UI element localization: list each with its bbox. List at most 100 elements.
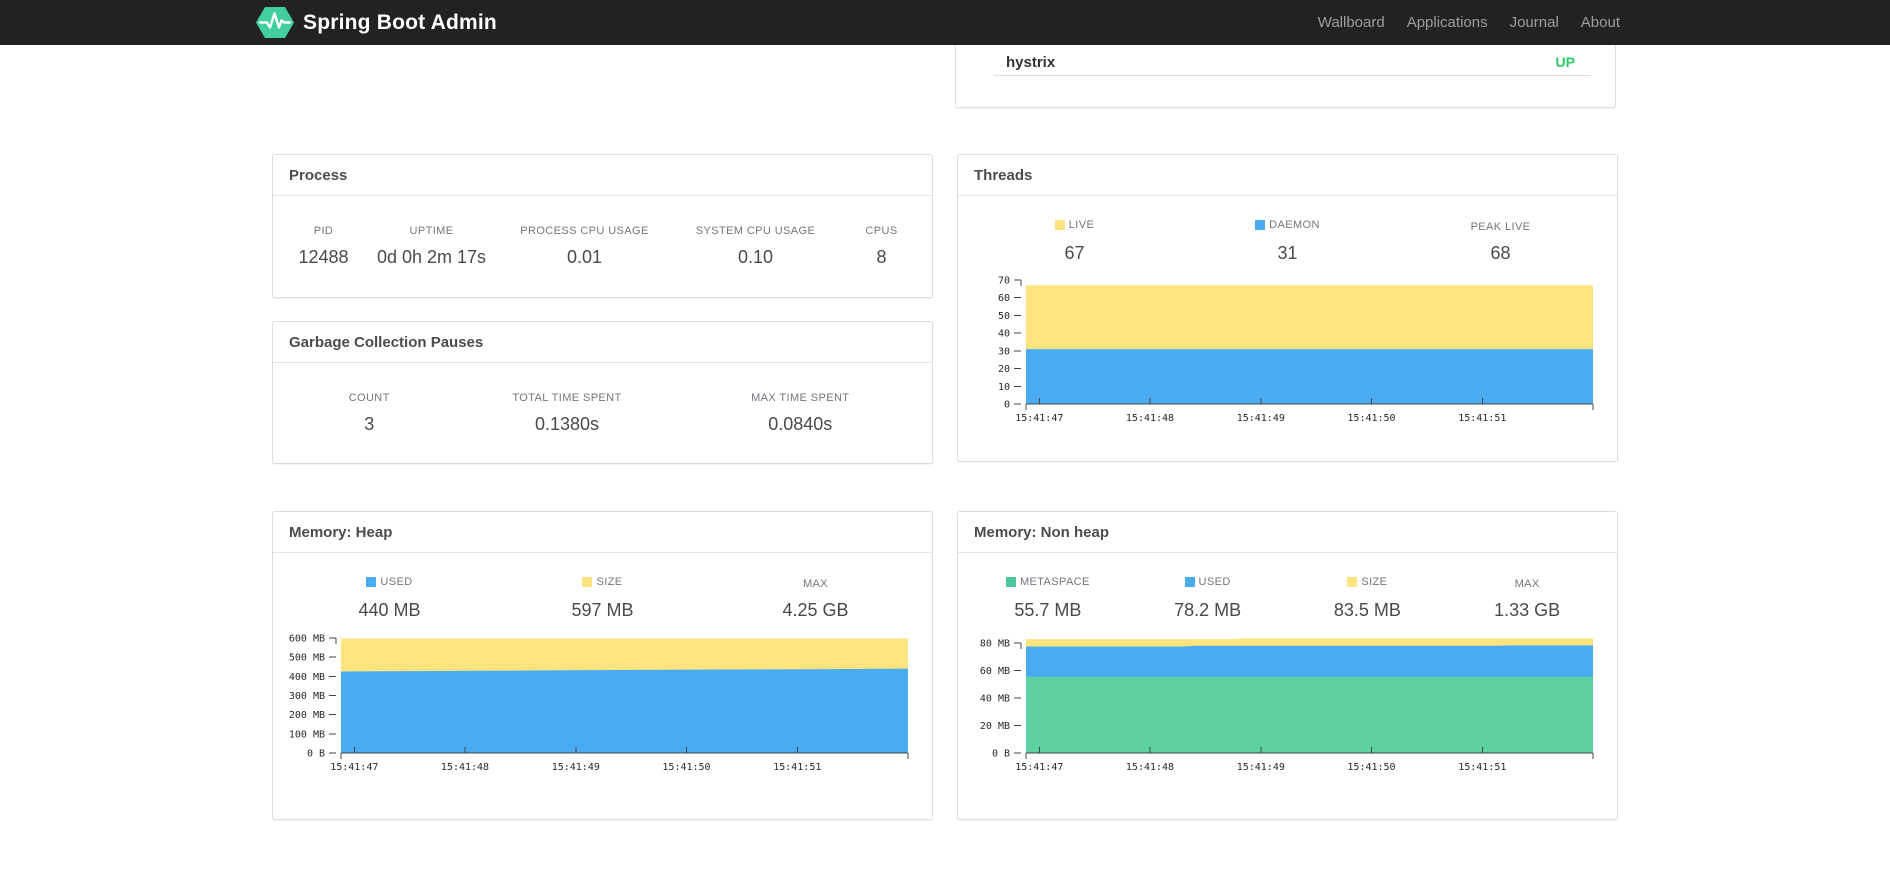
stat-label: DAEMON (1269, 219, 1320, 231)
stat-value: 83.5 MB (1333, 600, 1401, 620)
stat-label-row: MAX (803, 578, 828, 590)
service-status-badge: UP (1555, 54, 1575, 70)
stat-used: USED 78.2 MB (1128, 574, 1288, 621)
stat-label: SIZE (1361, 576, 1388, 588)
process-stats: PID 12488 UPTIME 0d 0h 2m 17s PROCESS CPU US… (273, 196, 932, 268)
stat-value: 55.7 MB (1014, 600, 1082, 620)
legend-swatch-metaspace (1005, 577, 1016, 587)
svg-text:70: 70 (998, 276, 1010, 287)
svg-text:15:41:50: 15:41:50 (1347, 413, 1395, 424)
nav-link-about[interactable]: About (1570, 14, 1631, 31)
legend-swatch-size (582, 577, 593, 587)
svg-text:15:41:48: 15:41:48 (1126, 762, 1174, 773)
svg-text:15:41:51: 15:41:51 (1458, 762, 1506, 773)
stat-max: MAX 4.25 GB (709, 574, 922, 621)
threads-stats: LIVE 67 DAEMON 31 PEAK LIVE 68 (958, 196, 1617, 264)
left-column: Process PID 12488 UPTIME 0d 0h 2m 17s PROCES… (272, 154, 933, 464)
threads-card: Threads LIVE 67 DAEMON 31 PEAK LIVE 68 15:41:… (957, 154, 1618, 462)
stat-label-row: MAX TIME SPENT (751, 392, 849, 404)
gc-pauses-card: Garbage Collection Pauses COUNT 3 TOTAL TI… (272, 321, 933, 464)
nav-link-wallboard[interactable]: Wallboard (1307, 14, 1396, 31)
stat-label: USED (1198, 576, 1231, 588)
memory-nonheap-card-title: Memory: Non heap (958, 512, 1617, 553)
stat-label: COUNT (348, 392, 390, 404)
navbar: Spring Boot Admin Wallboard Applications J… (0, 0, 1890, 45)
service-name: hystrix (1006, 53, 1056, 71)
svg-text:15:41:48: 15:41:48 (1126, 413, 1174, 424)
stat-value: 67 (1064, 243, 1085, 263)
memory-heap-card: Memory: Heap USED 440 MB SIZE 597 MB MAX 4.25… (272, 511, 933, 820)
nav-links: Wallboard Applications Journal About (1307, 14, 1631, 31)
memory-heap-stats: USED 440 MB SIZE 597 MB MAX 4.25 GB (273, 553, 932, 621)
svg-text:15:41:51: 15:41:51 (1458, 413, 1506, 424)
stat-label-row: CPUS (865, 225, 897, 237)
stat-value: 0.10 (737, 247, 774, 267)
stat-value: 597 MB (571, 600, 634, 620)
stat-max: MAX 1.33 GB (1447, 574, 1607, 621)
svg-text:40: 40 (998, 329, 1010, 340)
stat-label: PID (313, 225, 334, 237)
brand-title: Spring Boot Admin (303, 10, 497, 34)
legend-swatch-daemon (1255, 220, 1266, 230)
stat-label-row: SYSTEM CPU USAGE (696, 225, 815, 237)
svg-text:20 MB: 20 MB (980, 721, 1010, 732)
stat-label-row: PEAK LIVE (1471, 221, 1531, 233)
process-card-title: Process (273, 155, 932, 196)
svg-text:15:41:47: 15:41:47 (1015, 413, 1063, 424)
legend-swatch-used (366, 577, 377, 587)
chart-svg: 15:41:47 15:41:48 15:41:49 15:41:50 15:41:51… (998, 276, 1594, 424)
svg-text:0: 0 (1004, 400, 1010, 411)
cards-grid: Process PID 12488 UPTIME 0d 0h 2m 17s PROCES… (272, 154, 1618, 820)
stat-label-row: LIVE (1054, 219, 1095, 231)
stat-label-row: TOTAL TIME SPENT (512, 392, 621, 404)
stat-value: 12488 (298, 247, 349, 267)
stat-label-row: MAX (1515, 578, 1540, 590)
stat-label-row: METASPACE (1005, 576, 1090, 588)
stat-label: PEAK LIVE (1470, 221, 1531, 233)
stat-total-time-spent: TOTAL TIME SPENT 0.1380s (455, 388, 678, 435)
stat-label-row: USED (366, 576, 412, 588)
stat-label: UPTIME (409, 225, 454, 237)
stat-live: LIVE 67 (968, 217, 1181, 264)
stat-value: 440 MB (358, 600, 421, 620)
chart-svg: 15:41:47 15:41:48 15:41:49 15:41:50 15:41:51… (980, 638, 1594, 773)
memory-nonheap-card: Memory: Non heap METASPACE 55.7 MB USED 78.… (957, 511, 1618, 820)
memory-heap-card-title: Memory: Heap (273, 512, 932, 553)
stat-value: 68 (1490, 243, 1511, 263)
stat-daemon: DAEMON 31 (1181, 217, 1394, 264)
process-card: Process PID 12488 UPTIME 0d 0h 2m 17s PROCES… (272, 154, 933, 298)
svg-text:15:41:50: 15:41:50 (662, 762, 710, 773)
memory-nonheap-chart: 15:41:47 15:41:48 15:41:49 15:41:50 15:41:51… (970, 629, 1601, 781)
gc-stats: COUNT 3 TOTAL TIME SPENT 0.1380s MAX TIME SP… (273, 363, 932, 435)
stat-value: 8 (876, 247, 887, 267)
stat-label-row: UPTIME (410, 225, 454, 237)
stat-label: CPUS (865, 225, 898, 237)
stat-value: 0.0840s (768, 414, 833, 434)
stat-label: TOTAL TIME SPENT (512, 392, 622, 404)
svg-text:300 MB: 300 MB (289, 691, 325, 702)
stat-label-row: USED (1184, 576, 1231, 588)
nav-link-journal[interactable]: Journal (1499, 14, 1570, 31)
stat-label: PROCESS CPU USAGE (520, 225, 649, 237)
threads-card-title: Threads (958, 155, 1617, 196)
svg-text:0 B: 0 B (992, 749, 1010, 760)
svg-text:40 MB: 40 MB (980, 694, 1010, 705)
stat-label-row: PID (314, 225, 334, 237)
service-row-hystrix[interactable]: hystrix UP (956, 45, 1615, 75)
stat-label-row: PROCESS CPU USAGE (520, 225, 648, 237)
brand-logo-icon (256, 7, 294, 38)
memory-nonheap-stats: METASPACE 55.7 MB USED 78.2 MB SIZE 83.5 MB MA… (958, 553, 1617, 621)
svg-text:60: 60 (998, 293, 1010, 304)
stat-count: COUNT 3 (283, 388, 455, 435)
stat-label: MAX TIME SPENT (751, 392, 850, 404)
stat-label: LIVE (1068, 219, 1095, 231)
nav-link-applications[interactable]: Applications (1396, 14, 1499, 31)
brand-link[interactable]: Spring Boot Admin (256, 5, 497, 40)
stat-label: SIZE (596, 576, 623, 588)
svg-text:600 MB: 600 MB (289, 633, 325, 644)
page-content: hystrix UP Process PID 12488 UPTIME 0d 0h 2… (272, 45, 1618, 820)
svg-text:30: 30 (998, 346, 1010, 357)
svg-text:200 MB: 200 MB (289, 710, 325, 721)
svg-text:15:41:47: 15:41:47 (330, 762, 378, 773)
stat-label-row: DAEMON (1255, 219, 1320, 231)
